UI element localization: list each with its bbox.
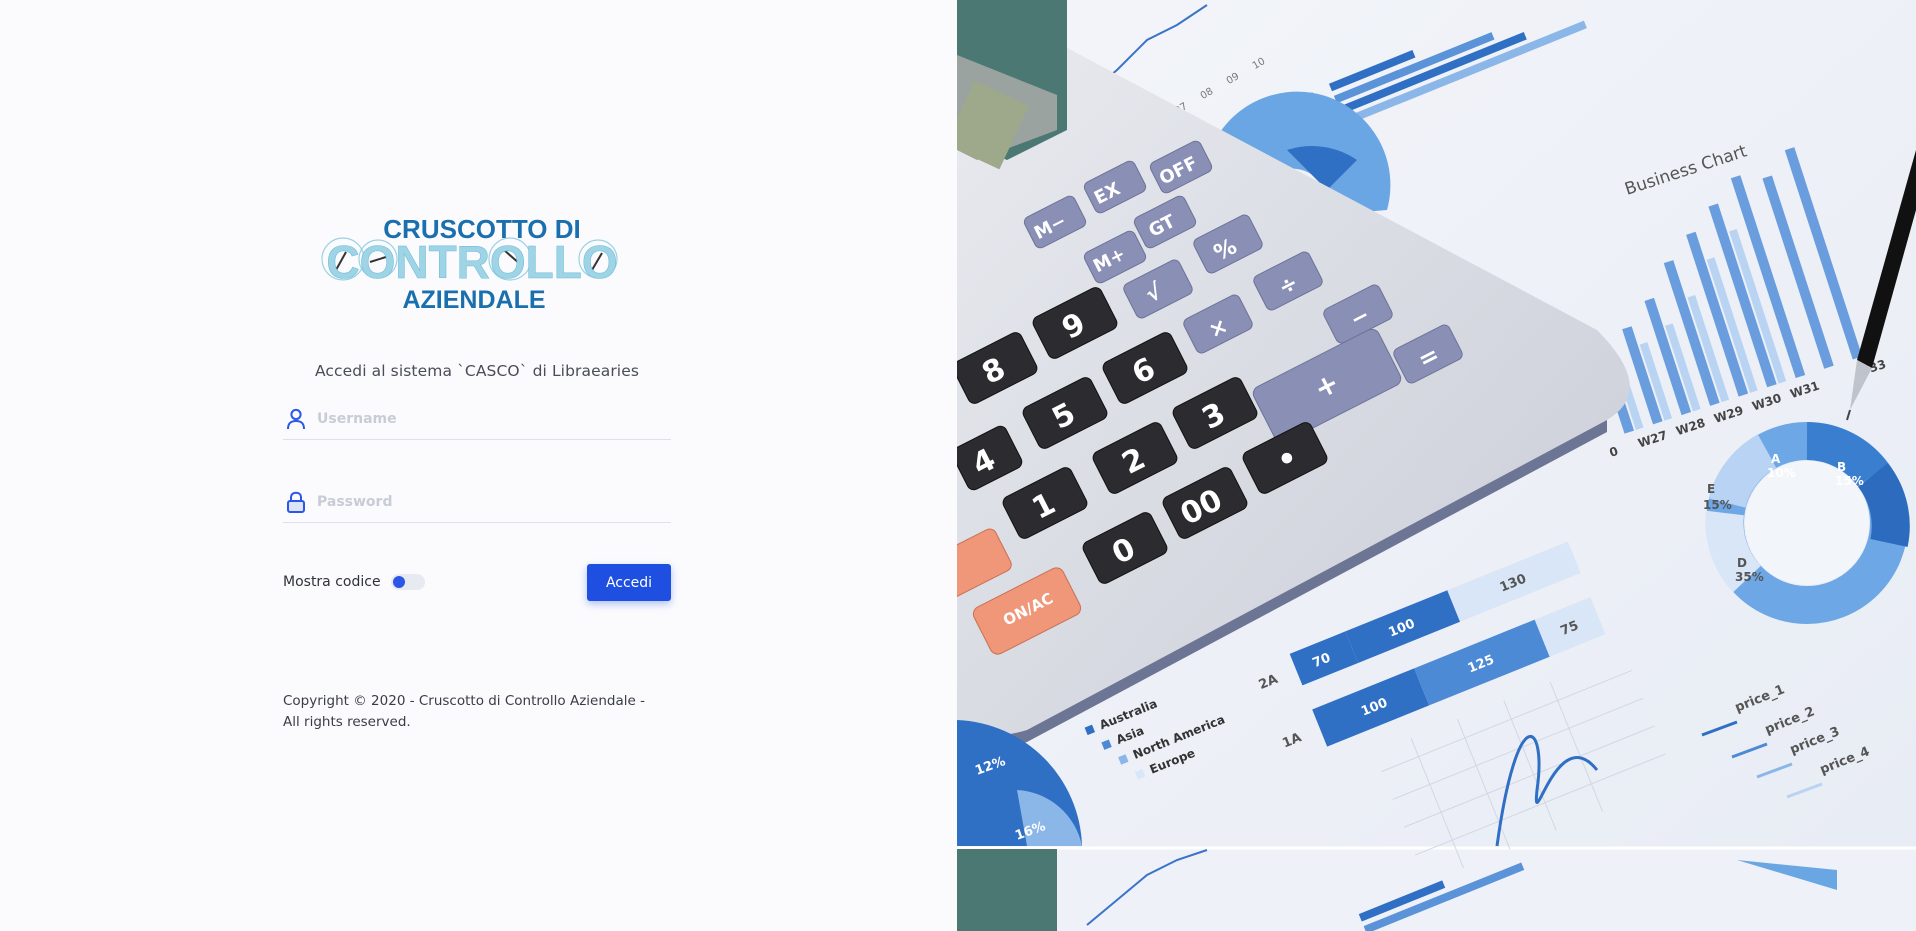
password-field: [283, 482, 671, 523]
svg-text:10%: 10%: [1767, 466, 1796, 480]
svg-text:E: E: [1707, 482, 1715, 496]
show-code-toggle[interactable]: [390, 574, 425, 590]
svg-text:35%: 35%: [1735, 570, 1764, 584]
user-icon: [285, 407, 307, 431]
svg-text:B: B: [1837, 460, 1846, 474]
svg-text:D: D: [1737, 556, 1747, 570]
username-field: [283, 399, 671, 440]
login-page: CRUSCOTTO DI CONTROLLO AZIENDALE Accedi …: [0, 0, 1916, 931]
logo-line-2: CONTROLLO: [326, 236, 617, 288]
svg-text:15%: 15%: [1835, 474, 1864, 488]
svg-text:A: A: [1771, 452, 1781, 466]
toggle-knob: [392, 576, 405, 588]
background-photo: 0506 0708 0910 Q3 '14 Q2 '14 Q1 '14 Busi…: [957, 0, 1916, 931]
svg-text:15%: 15%: [1703, 498, 1732, 512]
show-code-label: Mostra codice: [283, 574, 381, 590]
company-logo: CRUSCOTTO DI CONTROLLO AZIENDALE: [296, 208, 648, 316]
login-button[interactable]: Accedi: [587, 564, 671, 601]
password-input[interactable]: [317, 494, 657, 510]
copyright-line-2: All rights reserved.: [283, 714, 411, 730]
lock-icon: [285, 490, 307, 514]
login-subtitle: Accedi al sistema `CASCO` di Libraearies: [314, 362, 640, 380]
username-input[interactable]: [317, 411, 657, 427]
copyright-text: Copyright © 2020 - Cruscotto di Controll…: [283, 691, 683, 733]
logo-line-3: AZIENDALE: [402, 286, 545, 314]
show-code-row: Mostra codice: [283, 564, 425, 600]
login-panel: CRUSCOTTO DI CONTROLLO AZIENDALE Accedi …: [0, 0, 957, 931]
copyright-line-1: Copyright © 2020 - Cruscotto di Controll…: [283, 693, 645, 709]
